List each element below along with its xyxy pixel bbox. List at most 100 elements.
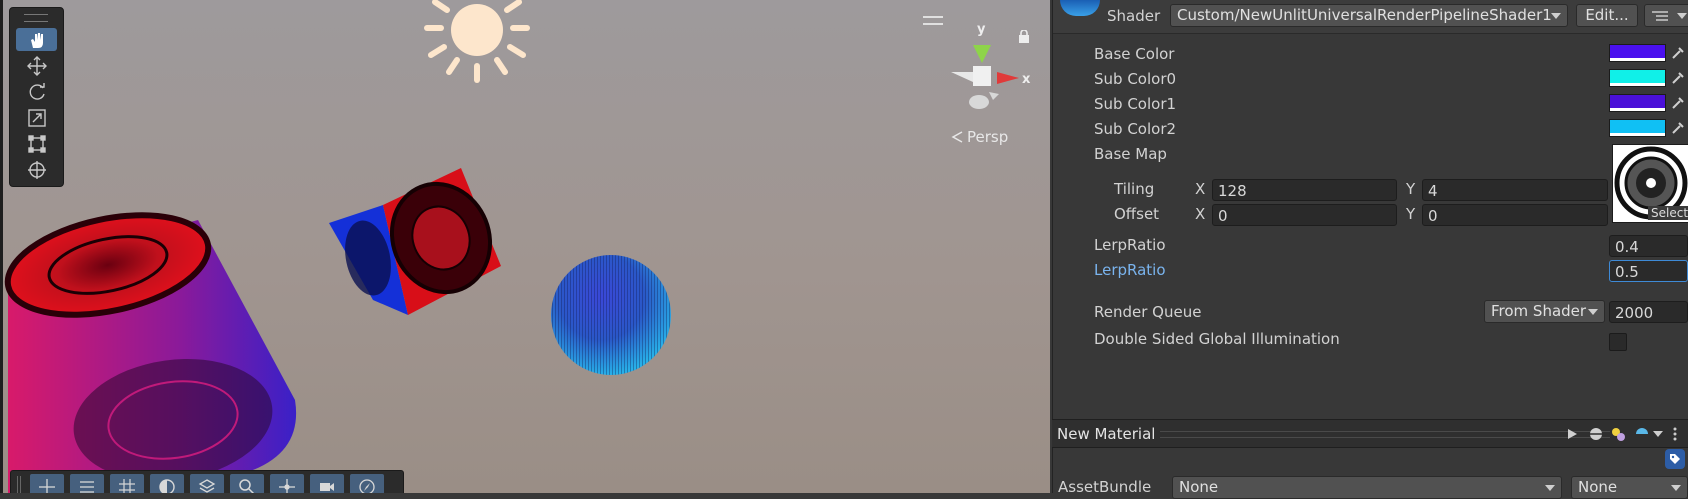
tiling-y-axis-label: Y <box>1406 180 1416 198</box>
camera-button[interactable] <box>310 474 344 493</box>
sub-color1-label: Sub Color1 <box>1094 95 1177 113</box>
eyedropper-icon[interactable] <box>1671 121 1685 135</box>
snap-settings-button[interactable] <box>70 474 104 493</box>
base-map-label: Base Map <box>1094 145 1167 163</box>
grid-button[interactable] <box>110 474 144 493</box>
gizmo-x-label: x <box>1022 72 1031 87</box>
transform-tool-button[interactable] <box>16 158 57 181</box>
preview-drag-handle[interactable] <box>1160 431 1610 438</box>
sub-color1-swatch[interactable] <box>1609 94 1666 112</box>
tiling-label: Tiling <box>1114 180 1155 198</box>
orientation-gizmo[interactable] <box>951 45 1019 109</box>
edit-shader-button[interactable]: Edit... <box>1576 4 1638 27</box>
label-tag-button[interactable] <box>1665 449 1685 469</box>
preview-header: New Material <box>1052 419 1688 448</box>
sub-color2-swatch[interactable] <box>1609 119 1666 137</box>
sphere-object[interactable] <box>551 255 671 375</box>
list-icon <box>1652 11 1668 21</box>
offset-y-field[interactable]: 0 <box>1422 204 1608 226</box>
lighting-icon <box>159 478 175 493</box>
drag-handle-icon[interactable] <box>24 14 48 22</box>
preview-lighting-button[interactable] <box>1608 424 1628 443</box>
transform-icon <box>27 160 46 179</box>
layers-icon <box>198 478 216 493</box>
tiling-x-axis-label: X <box>1195 180 1206 198</box>
shader-dropdown[interactable]: Custom/NewUnlitUniversalRenderPipelineSh… <box>1170 4 1568 27</box>
render-queue-mode-dropdown[interactable]: From Shader <box>1484 300 1605 323</box>
shader-value: Custom/NewUnlitUniversalRenderPipelineSh… <box>1177 6 1552 24</box>
kebab-menu-icon <box>1673 427 1677 440</box>
double-sided-gi-checkbox[interactable] <box>1609 333 1627 351</box>
assetbundle-label: AssetBundle <box>1058 478 1152 496</box>
center-pivot-button[interactable] <box>30 474 64 493</box>
scene-overflow-menu-icon[interactable] <box>923 16 943 25</box>
lighting-button[interactable] <box>150 474 184 493</box>
tiling-x-field[interactable]: 128 <box>1212 179 1397 201</box>
shader-options-button[interactable] <box>1644 4 1688 27</box>
chevron-down-icon <box>1551 13 1561 19</box>
more-options-button[interactable] <box>1668 424 1682 443</box>
rotate-tool-button[interactable] <box>16 80 57 103</box>
search-icon <box>239 478 255 493</box>
assetbundle-dropdown[interactable]: None <box>1172 476 1562 499</box>
hand-tool-button[interactable] <box>16 28 57 51</box>
move-icon <box>26 55 47 76</box>
lights-icon <box>1612 427 1625 441</box>
navigation-button[interactable] <box>350 474 384 493</box>
center-pivot-icon <box>39 478 55 493</box>
tiling-y-field[interactable]: 4 <box>1422 179 1608 201</box>
layers-button[interactable] <box>190 474 224 493</box>
eyedropper-icon[interactable] <box>1671 46 1685 60</box>
toolbar-grip-icon[interactable] <box>17 476 21 493</box>
preview-shape-dropdown[interactable] <box>1648 424 1668 443</box>
assetbundle-variant-dropdown[interactable]: None <box>1571 476 1688 499</box>
play-button[interactable] <box>1562 424 1582 443</box>
perspective-toggle[interactable]: Persp <box>967 128 1008 146</box>
sphere-icon <box>1590 427 1602 440</box>
lerp-ratio-2-label: LerpRatio <box>1094 261 1166 279</box>
grid-icon <box>119 478 135 493</box>
rect-tool-button[interactable] <box>16 132 57 155</box>
select-texture-button[interactable]: Select <box>1648 206 1688 220</box>
directional-light-icon[interactable] <box>424 0 530 83</box>
double-sided-gi-label: Double Sided Global Illumination <box>1094 330 1340 348</box>
hand-icon <box>30 32 43 48</box>
scene-view[interactable]: y x Persp <box>0 0 1050 493</box>
scale-icon <box>27 108 46 127</box>
lerp-ratio-2-field[interactable]: 0.5 <box>1609 260 1688 282</box>
base-color-label: Base Color <box>1094 45 1175 63</box>
snap-settings-icon <box>80 480 94 493</box>
assetbundle-variant-value: None <box>1578 478 1618 496</box>
offset-x-field[interactable]: 0 <box>1212 204 1397 226</box>
lerp-ratio-field[interactable]: 0.4 <box>1609 235 1688 257</box>
gizmo-icon <box>279 478 295 493</box>
rotate-icon <box>29 82 45 100</box>
offset-x-axis-label: X <box>1195 205 1206 223</box>
preview-title: New Material <box>1057 425 1156 443</box>
chevron-down-icon <box>1588 309 1598 315</box>
lock-icon[interactable] <box>1018 30 1030 43</box>
play-icon <box>1568 428 1577 439</box>
shader-label: Shader <box>1107 7 1161 25</box>
eyedropper-icon[interactable] <box>1671 71 1685 85</box>
preview-mesh-button[interactable] <box>1586 424 1606 443</box>
navigation-icon <box>359 478 375 493</box>
sub-color2-label: Sub Color2 <box>1094 120 1177 138</box>
cylinder-object[interactable] <box>3 199 297 493</box>
eyedropper-icon[interactable] <box>1671 96 1685 110</box>
sub-color0-swatch[interactable] <box>1609 69 1666 87</box>
move-tool-button[interactable] <box>16 54 57 77</box>
chevron-down-icon <box>1545 485 1555 491</box>
perspective-icon[interactable] <box>951 131 963 143</box>
base-color-swatch[interactable] <box>1609 44 1666 62</box>
gizmo-button[interactable] <box>270 474 304 493</box>
render-queue-mode-value: From Shader <box>1491 302 1587 320</box>
cube-object[interactable] <box>329 168 506 315</box>
scale-tool-button[interactable] <box>16 106 57 129</box>
chevron-down-icon <box>1677 13 1687 19</box>
rect-transform-icon <box>27 134 46 153</box>
render-queue-label: Render Queue <box>1094 303 1202 321</box>
search-button[interactable] <box>230 474 264 493</box>
sub-color0-label: Sub Color0 <box>1094 70 1177 88</box>
render-queue-field[interactable]: 2000 <box>1609 301 1688 323</box>
